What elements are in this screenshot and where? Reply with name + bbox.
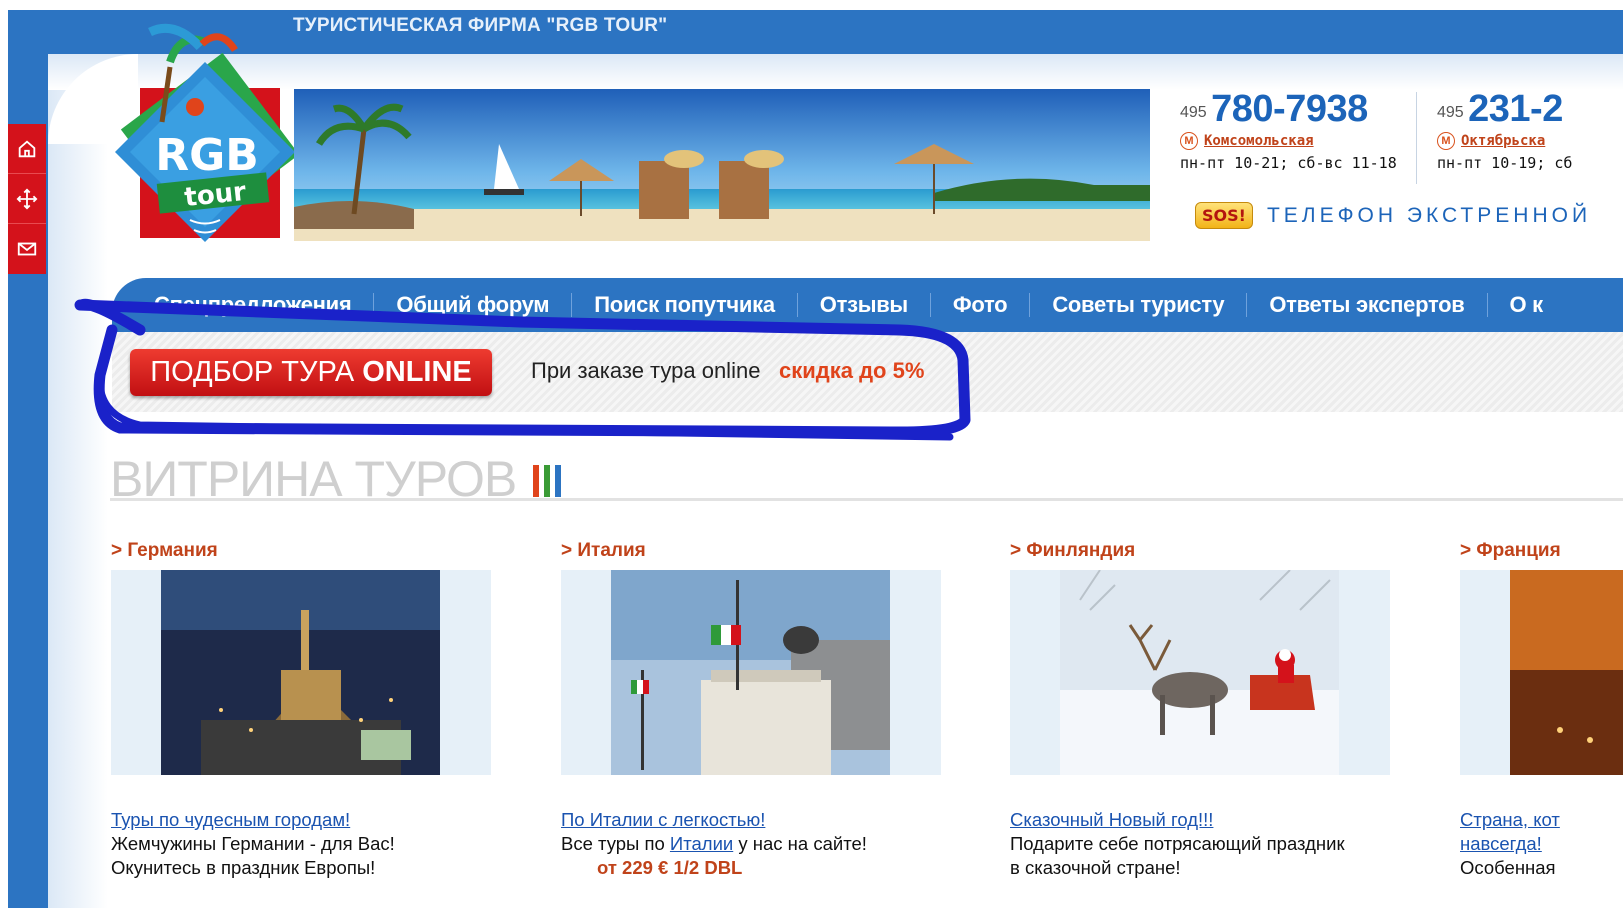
nav-experts[interactable]: Ответы экспертов [1269, 292, 1464, 318]
card-desc-link[interactable]: навсегда! [1460, 833, 1542, 854]
nav-tips[interactable]: Советы туристу [1052, 292, 1224, 318]
nav-separator [1246, 293, 1248, 317]
title-bar [533, 465, 539, 497]
title-divider [110, 498, 1623, 501]
metro-icon: М [1180, 132, 1198, 150]
nav-special-offers[interactable]: Спецпредложения [154, 292, 352, 318]
beach-banner [294, 89, 1150, 241]
card-desc-link[interactable]: Италии [670, 833, 733, 854]
sos-icon: SOS! [1195, 202, 1253, 229]
title-bar [555, 465, 561, 497]
phone-oktyabrskaya: 495 231-2 М Октябрьска пн-пт 10-19; сб [1437, 88, 1572, 172]
card-desc-text: Жемчужины Германии - для Вас! [111, 833, 395, 854]
card-country[interactable]: > Италия [561, 540, 941, 570]
metro-icon: М [1437, 132, 1455, 150]
emergency-label[interactable]: ТЕЛЕФОН ЭКСТРЕННОЙ [1267, 204, 1591, 228]
phone-divider [1416, 92, 1417, 184]
emergency-phone: SOS! ТЕЛЕФОН ЭКСТРЕННОЙ [1195, 202, 1591, 229]
card-desc-text: Все туры по [561, 833, 670, 854]
tour-card-italy: > Италия По Италии с легкостью! Все туры… [561, 540, 941, 879]
title-bar [544, 465, 550, 497]
nav-separator [929, 293, 931, 317]
logo-text-top: RGB [155, 130, 259, 181]
nav-separator [373, 293, 375, 317]
card-more: от 229 € 1/2 DBL [597, 857, 743, 878]
phone-code: 495 [1437, 104, 1464, 121]
nav-separator [1029, 293, 1031, 317]
nav-travel-companion[interactable]: Поиск попутчика [594, 292, 775, 318]
page: ТУРИСТИЧЕСКАЯ ФИРМА "RGB TOUR" RGB tour … [0, 0, 1623, 908]
nav-forum[interactable]: Общий форум [396, 292, 549, 318]
phone-code: 495 [1180, 104, 1207, 121]
nav-separator [1486, 293, 1488, 317]
mail-button[interactable] [8, 224, 46, 274]
card-desc-text: Подарите себе потрясающий праздник [1010, 833, 1345, 854]
card-photo[interactable] [561, 570, 941, 775]
nav-reviews[interactable]: Отзывы [820, 292, 908, 318]
move-icon [16, 188, 38, 209]
office-hours: пн-пт 10-19; сб [1437, 154, 1573, 172]
card-country[interactable]: > Германия [111, 540, 491, 570]
tour-button-label: ПОДБОР ТУРА [150, 356, 355, 388]
move-button[interactable] [8, 174, 46, 224]
card-link[interactable]: Страна, кот [1460, 809, 1623, 831]
card-desc-text: у нас на сайте! [733, 833, 867, 854]
metro-link[interactable]: Октябрьска [1461, 133, 1545, 149]
card-country[interactable]: > Финляндия [1010, 540, 1390, 570]
nav-about[interactable]: О к [1510, 292, 1544, 318]
phone-number[interactable]: 231-2 [1468, 88, 1563, 130]
card-desc: навсегда! [1460, 833, 1623, 855]
logo-text-bottom: tour [183, 177, 248, 213]
phone-number[interactable]: 780-7938 [1211, 88, 1368, 130]
card-desc: Все туры по Италии у нас на сайте! [561, 833, 941, 855]
metro-link[interactable]: Комсомольская [1204, 133, 1314, 149]
card-desc: Подарите себе потрясающий праздник [1010, 833, 1390, 855]
title-decoration [533, 465, 561, 497]
phone-komsomolskaya: 495 780-7938 М Комсомольская пн-пт 10-21… [1180, 88, 1397, 172]
promo-text: При заказе тура online [531, 358, 761, 383]
side-toolbar [8, 124, 46, 274]
office-hours: пн-пт 10-21; сб-вс 11-18 [1180, 154, 1397, 172]
home-button[interactable] [8, 124, 46, 174]
tour-button-online: ONLINE [362, 356, 472, 388]
home-icon [18, 139, 36, 157]
site-title: ТУРИСТИЧЕСКАЯ ФИРМА "RGB TOUR" [293, 15, 668, 36]
card-desc: Жемчужины Германии - для Вас! [111, 833, 491, 855]
card-more: Особенная [1460, 857, 1556, 878]
card-more: Окунитесь в праздник Европы! [111, 857, 376, 878]
tour-card-germany: > Германия Туры по чудесным городам! Жем… [111, 540, 491, 879]
card-photo[interactable] [1460, 570, 1623, 775]
card-photo[interactable] [1010, 570, 1390, 775]
mail-icon [17, 242, 37, 256]
main-nav: Спецпредложения Общий форум Поиск попутч… [112, 278, 1623, 332]
nav-separator [796, 293, 798, 317]
card-more: в сказочной стране! [1010, 857, 1181, 878]
card-link[interactable]: По Италии с легкостью! [561, 809, 941, 831]
card-link[interactable]: Сказочный Новый год!!! [1010, 809, 1390, 831]
site-logo[interactable]: RGB tour [110, 22, 300, 272]
nav-separator [571, 293, 573, 317]
nav-photo[interactable]: Фото [953, 292, 1008, 318]
card-country[interactable]: > Франция [1460, 540, 1623, 570]
tour-card-finland: > Финляндия Сказочный Новый год!!! Подар… [1010, 540, 1390, 879]
card-link[interactable]: Туры по чудесным городам! [111, 809, 491, 831]
tour-search-online-button[interactable]: ПОДБОР ТУРА ONLINE [130, 349, 492, 396]
left-gradient [48, 90, 108, 908]
card-photo[interactable] [111, 570, 491, 775]
promo-discount: скидка до 5% [779, 358, 925, 383]
tour-card-france: > Франция Страна, кот навсегда! Особенна… [1460, 540, 1623, 879]
